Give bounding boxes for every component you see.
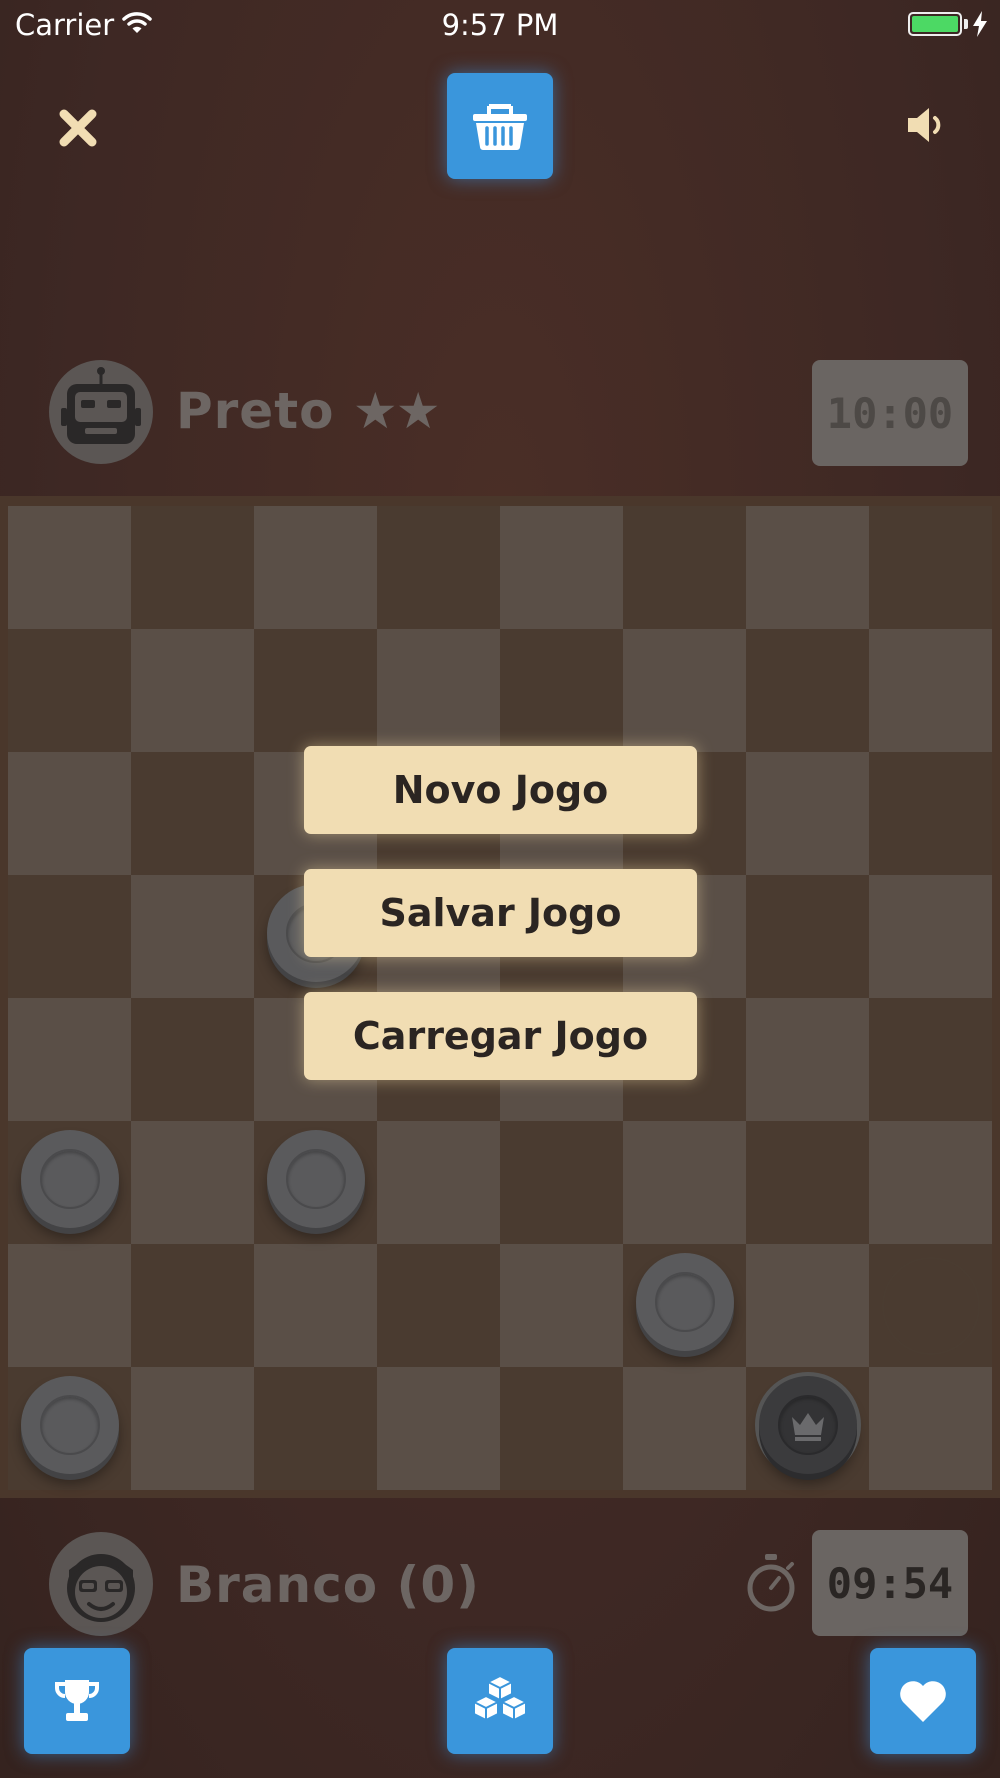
blocks-icon bbox=[473, 1674, 527, 1722]
board-square[interactable] bbox=[131, 875, 254, 998]
board-square[interactable] bbox=[131, 1367, 254, 1490]
board-square[interactable] bbox=[254, 629, 377, 752]
board-square[interactable] bbox=[869, 1121, 992, 1244]
board-square[interactable] bbox=[377, 1367, 500, 1490]
difficulty-stars: ★★ bbox=[352, 382, 441, 440]
board-square[interactable] bbox=[746, 998, 869, 1121]
board-square[interactable] bbox=[377, 1121, 500, 1244]
clock: 9:57 PM bbox=[441, 8, 559, 42]
shop-button[interactable] bbox=[447, 73, 553, 179]
opponent-avatar bbox=[49, 360, 153, 464]
board-square[interactable] bbox=[869, 998, 992, 1121]
board-square[interactable] bbox=[377, 1244, 500, 1367]
robot-icon bbox=[61, 367, 141, 444]
board-square[interactable] bbox=[131, 629, 254, 752]
board-square[interactable] bbox=[8, 998, 131, 1121]
opponent-name: Preto ★★ bbox=[176, 382, 441, 440]
board-square[interactable] bbox=[869, 629, 992, 752]
stopwatch-icon bbox=[747, 1554, 795, 1612]
move-hint[interactable] bbox=[881, 1256, 980, 1355]
speaker-icon bbox=[908, 108, 941, 142]
board-square[interactable] bbox=[746, 629, 869, 752]
board-square[interactable] bbox=[746, 875, 869, 998]
checker-piece[interactable] bbox=[266, 1129, 365, 1228]
checker-piece[interactable] bbox=[20, 1129, 119, 1228]
board-square[interactable] bbox=[254, 1367, 377, 1490]
board-square[interactable] bbox=[869, 875, 992, 998]
player-timer: 09:54 bbox=[812, 1530, 968, 1636]
basket-icon bbox=[473, 104, 527, 150]
save-game-button[interactable]: Salvar Jogo bbox=[304, 869, 697, 957]
sound-button[interactable] bbox=[900, 100, 950, 150]
crown-icon bbox=[791, 1412, 824, 1441]
board-square[interactable] bbox=[746, 1121, 869, 1244]
board-square[interactable] bbox=[254, 506, 377, 629]
board-square[interactable] bbox=[746, 1244, 869, 1367]
board-square[interactable] bbox=[131, 998, 254, 1121]
blocks-button[interactable] bbox=[447, 1648, 553, 1754]
player-row: Branco (0) 09:54 bbox=[0, 1530, 1000, 1640]
board-square[interactable] bbox=[8, 752, 131, 875]
player-name: Branco (0) bbox=[176, 1556, 480, 1614]
status-bar: Carrier 9:57 PM bbox=[0, 0, 1000, 50]
close-button[interactable] bbox=[52, 102, 104, 154]
board-square[interactable] bbox=[623, 1367, 746, 1490]
boy-glasses-icon bbox=[67, 1554, 135, 1622]
checker-piece[interactable] bbox=[20, 1375, 119, 1474]
favorite-button[interactable] bbox=[870, 1648, 976, 1754]
charging-icon bbox=[973, 11, 987, 37]
board-square[interactable] bbox=[500, 1121, 623, 1244]
board-square[interactable] bbox=[500, 1367, 623, 1490]
board-square[interactable] bbox=[500, 506, 623, 629]
board-square[interactable] bbox=[623, 506, 746, 629]
board-square[interactable] bbox=[869, 506, 992, 629]
board-square[interactable] bbox=[500, 629, 623, 752]
board-square[interactable] bbox=[254, 1244, 377, 1367]
board-square[interactable] bbox=[131, 506, 254, 629]
board-square[interactable] bbox=[131, 1121, 254, 1244]
opponent-timer: 10:00 bbox=[812, 360, 968, 466]
heart-icon bbox=[900, 1681, 946, 1722]
board-square[interactable] bbox=[377, 629, 500, 752]
player-avatar bbox=[49, 1532, 153, 1636]
board-square[interactable] bbox=[8, 629, 131, 752]
checker-piece[interactable] bbox=[635, 1252, 734, 1351]
trophy-icon bbox=[55, 1680, 99, 1721]
board-square[interactable] bbox=[623, 1121, 746, 1244]
board-square[interactable] bbox=[8, 875, 131, 998]
board-square[interactable] bbox=[8, 1244, 131, 1367]
board-square[interactable] bbox=[869, 752, 992, 875]
board-square[interactable] bbox=[746, 506, 869, 629]
king-piece[interactable] bbox=[758, 1375, 857, 1474]
board-square[interactable] bbox=[869, 1367, 992, 1490]
board-square[interactable] bbox=[8, 506, 131, 629]
load-game-button[interactable]: Carregar Jogo bbox=[304, 992, 697, 1080]
board-square[interactable] bbox=[500, 1244, 623, 1367]
board-square[interactable] bbox=[131, 1244, 254, 1367]
new-game-button[interactable]: Novo Jogo bbox=[304, 746, 697, 834]
opponent-row: Preto ★★ 10:00 bbox=[0, 360, 1000, 470]
board-square[interactable] bbox=[131, 752, 254, 875]
trophy-button[interactable] bbox=[24, 1648, 130, 1754]
close-icon bbox=[59, 109, 97, 147]
battery-icon bbox=[908, 12, 962, 36]
board-square[interactable] bbox=[746, 752, 869, 875]
board-square[interactable] bbox=[377, 506, 500, 629]
board-square[interactable] bbox=[623, 629, 746, 752]
